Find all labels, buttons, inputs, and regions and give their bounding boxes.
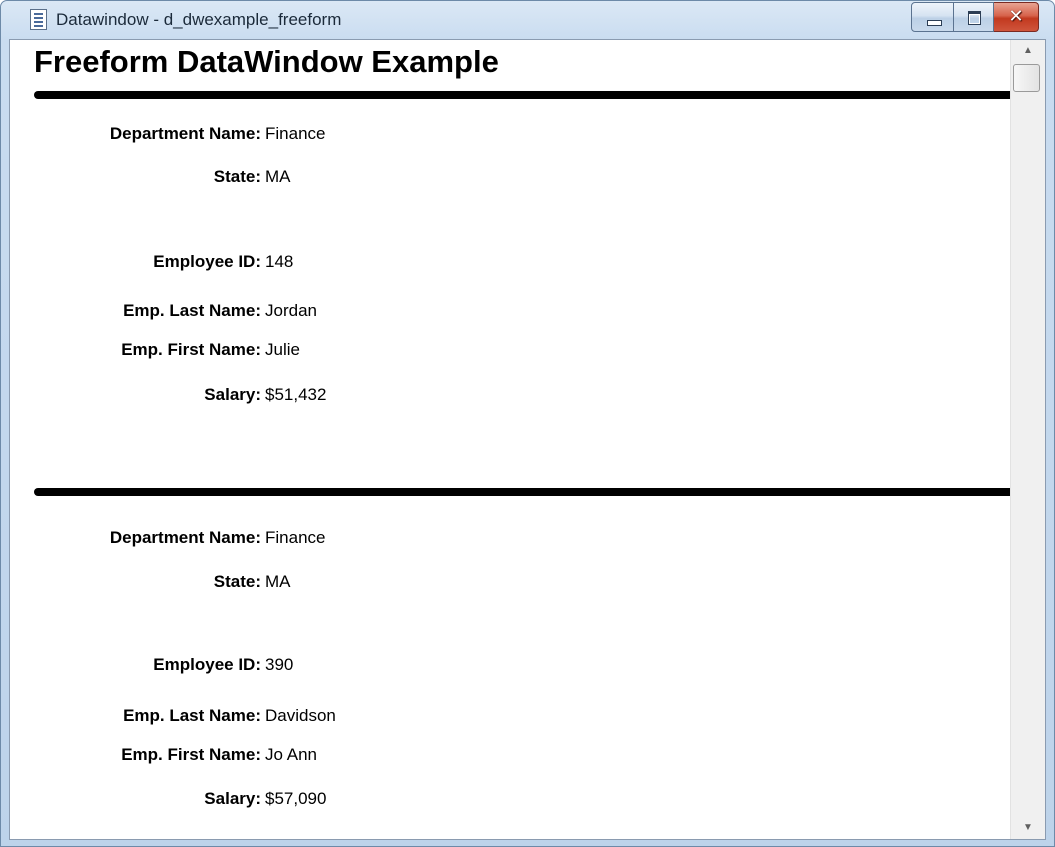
scroll-up-arrow-icon[interactable]: ▲ <box>1011 40 1045 62</box>
first-name-label: Emp. First Name: <box>121 340 261 359</box>
employee-id-value[interactable]: 390 <box>265 655 293 675</box>
close-icon: ✕ <box>1008 6 1024 27</box>
employee-id-label: Employee ID: <box>153 655 261 674</box>
datawindow-window: Datawindow - d_dwexample_freeform ✕ Free… <box>0 0 1055 847</box>
scroll-down-arrow-icon[interactable]: ▼ <box>1011 817 1045 839</box>
department-value[interactable]: Finance <box>265 124 325 144</box>
caption-buttons: ✕ <box>911 2 1039 32</box>
salary-label: Salary: <box>204 789 261 808</box>
maximize-button[interactable] <box>954 2 994 32</box>
department-label: Department Name: <box>109 124 261 143</box>
header-divider <box>34 91 1013 99</box>
window-title: Datawindow - d_dwexample_freeform <box>56 10 342 29</box>
first-name-value[interactable]: Jo Ann <box>265 745 317 765</box>
close-button[interactable]: ✕ <box>994 2 1039 32</box>
last-name-value[interactable]: Jordan <box>265 301 317 321</box>
last-name-value[interactable]: Davidson <box>265 706 336 726</box>
minimize-button[interactable] <box>911 2 954 32</box>
salary-value[interactable]: $57,090 <box>265 789 326 809</box>
last-name-label: Emp. Last Name: <box>123 706 261 725</box>
state-value[interactable]: MA <box>265 167 291 187</box>
minimize-icon <box>927 20 942 26</box>
report-content: Freeform DataWindow Example Department N… <box>10 40 1013 839</box>
report-heading: Freeform DataWindow Example <box>34 44 499 79</box>
state-label: State: <box>213 167 261 186</box>
last-name-label: Emp. Last Name: <box>123 301 261 320</box>
first-name-label: Emp. First Name: <box>121 745 261 764</box>
maximize-icon <box>968 11 981 25</box>
vertical-scrollbar[interactable]: ▲ ▼ <box>1010 40 1045 839</box>
first-name-value[interactable]: Julie <box>265 340 300 360</box>
datawindow-client-area[interactable]: Freeform DataWindow Example Department N… <box>9 39 1046 840</box>
state-label: State: <box>213 572 261 591</box>
salary-value[interactable]: $51,432 <box>265 385 326 405</box>
employee-id-value[interactable]: 148 <box>265 252 293 272</box>
department-label: Department Name: <box>109 528 261 547</box>
record-divider <box>34 488 1013 496</box>
title-bar[interactable]: Datawindow - d_dwexample_freeform ✕ <box>1 1 1054 39</box>
department-value[interactable]: Finance <box>265 528 325 548</box>
scrollbar-thumb[interactable] <box>1013 64 1040 92</box>
state-value[interactable]: MA <box>265 572 291 592</box>
salary-label: Salary: <box>204 385 261 404</box>
employee-id-label: Employee ID: <box>153 252 261 271</box>
datawindow-document-icon[interactable] <box>30 9 47 30</box>
